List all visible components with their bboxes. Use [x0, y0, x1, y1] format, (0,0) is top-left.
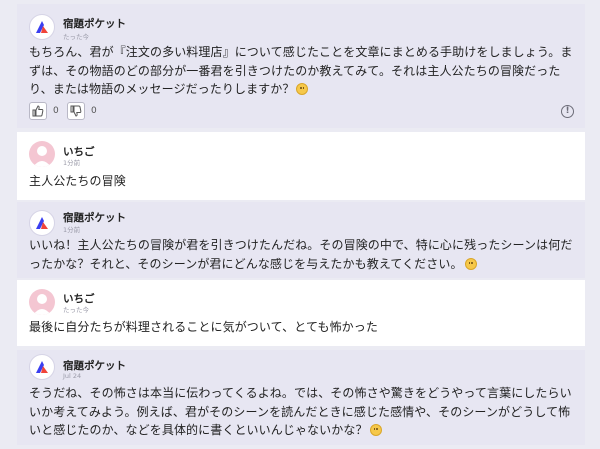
message-text: 最後に自分たちが料理されることに気がついて、とても怖かった	[29, 320, 378, 334]
ai-message: 宿題ポケット 1分前 いいね！主人公たちの冒険が君を引きつけたんだね。その冒険の…	[17, 202, 585, 278]
app-logo-icon	[29, 354, 55, 380]
dislike-count: 0	[91, 106, 97, 116]
message-text: いいね！主人公たちの冒険が君を引きつけたんだね。その冒険の中で、特に心に残ったシ…	[29, 236, 577, 273]
app-logo-icon	[29, 14, 55, 40]
timestamp: Jul 24	[63, 372, 82, 380]
user-avatar-icon	[29, 289, 55, 315]
message-text: そうだね、その怖さは本当に伝わってくるよね。では、その怖さや驚きをどうやって言葉…	[29, 384, 577, 440]
message-text: もちろん、君が『注文の多い料理店』について感じたことを文章にまとめる手助けをしま…	[29, 43, 577, 99]
user-avatar-icon	[29, 141, 55, 167]
alert-circle-icon[interactable]: !	[561, 105, 574, 118]
message-body: いいね！主人公たちの冒険が君を引きつけたんだね。その冒険の中で、特に心に残ったシ…	[29, 238, 573, 271]
smile-emoji-icon	[369, 424, 382, 436]
ai-message: 宿題ポケット たった今 もちろん、君が『注文の多い料理店』について感じたことを文…	[17, 4, 585, 128]
smile-emoji-icon	[464, 257, 477, 270]
thumbs-down-icon	[70, 105, 82, 117]
timestamp: たった今	[63, 33, 89, 41]
user-message: いちご たった今 最後に自分たちが料理されることに気がついて、とても怖かった	[17, 280, 585, 346]
chat-feed: 宿題ポケット たった今 もちろん、君が『注文の多い料理店』について感じたことを文…	[17, 0, 585, 449]
author-name: 宿題ポケット	[63, 18, 126, 30]
like-button[interactable]	[29, 102, 47, 120]
timestamp: 1分前	[63, 159, 81, 167]
smile-emoji-icon	[296, 83, 309, 95]
author-name: 宿題ポケット	[63, 360, 126, 372]
ai-message: 宿題ポケット Jul 24 そうだね、その怖さは本当に伝わってくるよね。では、そ…	[17, 350, 585, 445]
timestamp: たった今	[63, 306, 89, 314]
like-count: 0	[53, 106, 59, 116]
message-text: 主人公たちの冒険	[29, 174, 126, 188]
message-body: そうだね、その怖さは本当に伝わってくるよね。では、その怖さや驚きをどうやって言葉…	[29, 386, 572, 437]
timestamp: 1分前	[63, 226, 81, 234]
thumbs-up-icon	[32, 105, 44, 117]
user-message: いちご 1分前 主人公たちの冒険	[17, 132, 585, 200]
author-name: 宿題ポケット	[63, 212, 126, 224]
dislike-button[interactable]	[67, 102, 85, 120]
app-logo-icon	[29, 210, 55, 236]
